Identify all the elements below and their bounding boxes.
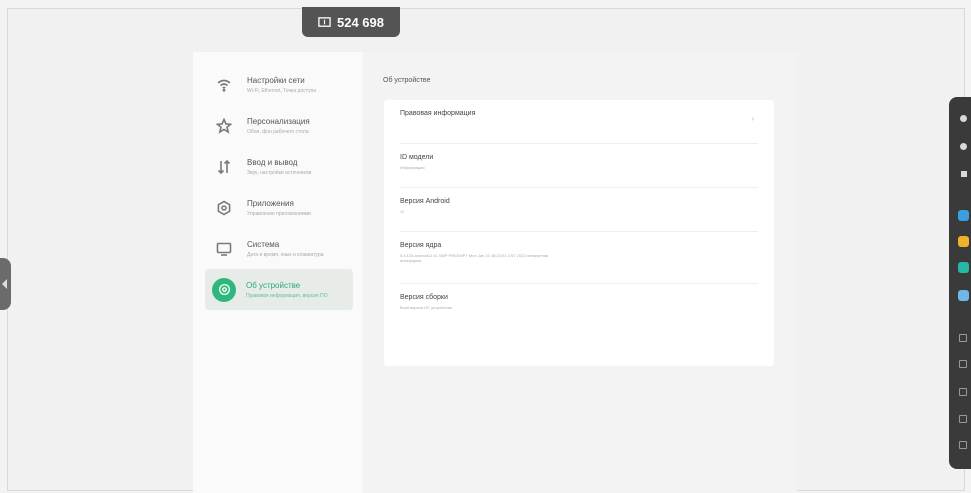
row-subtitle: Build версия ОС устройства: [400, 305, 452, 310]
wifi-icon: [215, 76, 233, 94]
sidebar-item-title: Система: [247, 239, 280, 249]
info-circle-icon: [212, 277, 236, 302]
sidebar-item-subtitle: Дата и время, язык и клавиатура: [247, 251, 324, 258]
sidebar-item-subtitle: Управление приложениями: [247, 210, 311, 217]
about-device-card: Правовая информация › ID модели Информац…: [384, 100, 774, 366]
document-icon[interactable]: [959, 415, 967, 423]
sidebar-item-applications[interactable]: Приложения Управление приложениями: [205, 187, 353, 228]
sidebar-item-network[interactable]: Настройки сети Wi-Fi, Ethernet, Точка до…: [205, 64, 353, 105]
sidebar-item-title: Ввод и вывод: [247, 157, 298, 167]
connection-code: 524 698: [337, 14, 384, 30]
row-title: ID модели: [400, 154, 434, 161]
build-version-row: Версия сборки Build версия ОС устройства: [400, 284, 758, 328]
sidebar-item-subtitle: Wi-Fi, Ethernet, Точка доступа: [247, 87, 317, 94]
settings-icon[interactable]: [960, 115, 967, 122]
side-toolbar: [949, 97, 971, 469]
edit-icon[interactable]: [959, 360, 967, 368]
row-title: Версия сборки: [400, 294, 448, 301]
app-yellow-icon[interactable]: [958, 236, 969, 247]
window-icon[interactable]: [959, 334, 967, 342]
kernel-version-row: Версия ядра 5.4.125-android11 #1 SMP PRE…: [400, 232, 758, 284]
chevron-right-icon: ›: [751, 114, 754, 123]
stop-icon[interactable]: [961, 171, 967, 177]
home-icon[interactable]: [960, 143, 967, 150]
model-id-row: ID модели Информация: [400, 144, 758, 188]
left-drawer-handle[interactable]: [0, 258, 11, 310]
settings-panel: Настройки сети Wi-Fi, Ethernet, Точка до…: [193, 52, 797, 493]
settings-content: Об устройстве Правовая информация › ID м…: [363, 52, 797, 493]
layers-icon[interactable]: [959, 441, 967, 449]
settings-sidebar: Настройки сети Wi-Fi, Ethernet, Точка до…: [193, 52, 363, 493]
app-blue-icon[interactable]: [958, 210, 969, 221]
apps-hexagon-icon: [215, 199, 233, 217]
android-version-row: Версия Android 11: [400, 188, 758, 232]
sidebar-item-subtitle: Звук, настройки источников: [247, 169, 312, 176]
screen-share-icon: [318, 16, 331, 27]
app-lightblue-icon[interactable]: [958, 290, 969, 301]
monitor-icon: [215, 240, 233, 258]
sidebar-item-title: Персонализация: [247, 116, 310, 126]
sidebar-item-title: Об устройстве: [246, 280, 301, 290]
legal-info-row[interactable]: Правовая информация ›: [400, 100, 758, 144]
row-title: Версия ядра: [400, 242, 442, 249]
row-title: Версия Android: [400, 198, 450, 205]
star-icon: [215, 117, 233, 135]
app-teal-icon[interactable]: [958, 262, 969, 273]
row-subtitle: Информация: [400, 165, 425, 170]
gallery-icon[interactable]: [959, 388, 967, 396]
io-arrows-icon: [215, 158, 233, 176]
row-subtitle: 11: [400, 209, 405, 214]
sidebar-item-title: Настройки сети: [247, 75, 305, 85]
sidebar-item-about-device[interactable]: Об устройстве Правовая информация, верси…: [205, 269, 353, 310]
row-subtitle: 5.4.125-android11 #1 SMP PREEMPT Mon Jan…: [400, 253, 549, 263]
sidebar-item-input-output[interactable]: Ввод и вывод Звук, настройки источников: [205, 146, 353, 187]
row-title: Правовая информация: [400, 110, 476, 117]
sidebar-item-title: Приложения: [247, 198, 294, 208]
sidebar-item-subtitle: Правовая информация, версия ПО: [246, 292, 328, 299]
page-title: Об устройстве: [383, 77, 431, 84]
connection-code-badge[interactable]: 524 698: [302, 7, 400, 37]
sidebar-item-personalization[interactable]: Персонализация Обои, фон рабочего стола: [205, 105, 353, 146]
sidebar-item-system[interactable]: Система Дата и время, язык и клавиатура: [205, 228, 353, 269]
sidebar-item-subtitle: Обои, фон рабочего стола: [247, 128, 309, 135]
